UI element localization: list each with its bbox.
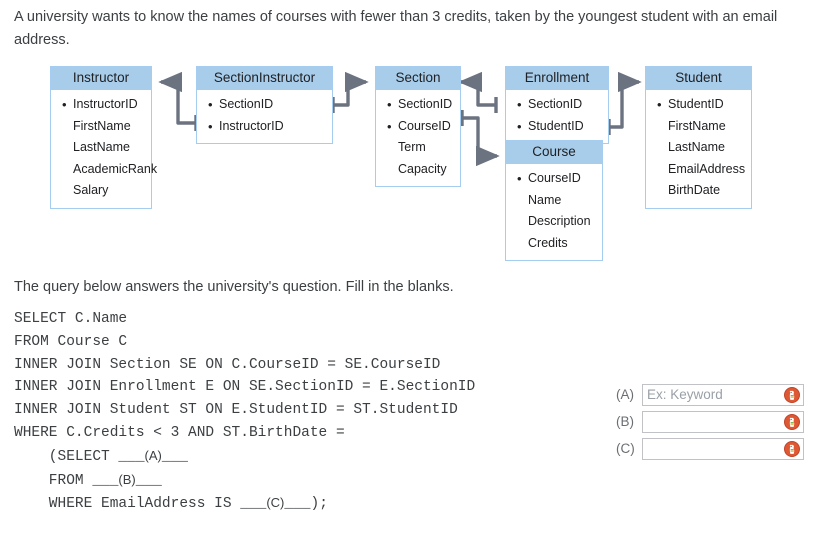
er-field: StudentID <box>506 116 608 138</box>
er-table-instructor: Instructor InstructorID FirstName LastNa… <box>50 66 158 209</box>
sql-line: WHERE EmailAddress IS ___(C)___); <box>14 495 328 513</box>
er-field: LastName <box>668 140 725 154</box>
er-field: SectionID <box>376 94 460 116</box>
sql-line: INNER JOIN Student ST ON E.StudentID = S… <box>14 402 458 419</box>
answer-row-b: (B) <box>616 408 816 435</box>
er-field: FirstName <box>668 118 726 133</box>
er-field: Credits <box>528 235 568 250</box>
er-field: EmailAddress <box>668 161 746 176</box>
er-table-sectioninstructor: SectionInstructor SectionID InstructorID <box>196 66 333 144</box>
duckduckgo-icon[interactable] <box>784 440 800 457</box>
er-field: Term <box>398 140 426 154</box>
er-table-enrollment: Enrollment SectionID StudentID <box>505 66 609 144</box>
er-field-list: InstructorID FirstName LastName Academic… <box>51 90 158 208</box>
er-table-title: SectionInstructor <box>197 67 332 90</box>
er-table-title: Instructor <box>51 67 151 90</box>
connector-enrollment-section <box>458 71 498 113</box>
er-table-title: Section <box>376 67 460 90</box>
er-field: SectionID <box>506 94 608 116</box>
sql-query-block: SELECT C.Name FROM Course C INNER JOIN Sec… <box>14 308 475 516</box>
answer-input-b[interactable] <box>642 410 804 433</box>
answer-label-c: (C) <box>616 441 635 456</box>
er-table-title: Enrollment <box>506 67 608 90</box>
query-instruction: The query below answers the university's… <box>14 279 454 295</box>
er-field-list: CourseID Name Description Credits <box>506 164 602 260</box>
er-field: FirstName <box>73 118 131 133</box>
er-table-section: Section SectionID CourseID Term Capacity <box>375 66 461 187</box>
sql-line: INNER JOIN Enrollment E ON SE.SectionID … <box>14 379 476 396</box>
er-field: LastName <box>73 140 130 154</box>
er-diagram: Instructor InstructorID FirstName LastNa… <box>0 60 829 275</box>
answer-row-a: (A) <box>616 381 816 408</box>
er-field-list: SectionID StudentID <box>506 90 608 143</box>
answer-input-a[interactable] <box>642 383 804 406</box>
sql-line: (SELECT ___(A)___ <box>14 447 188 465</box>
answer-row-c: (C) <box>616 435 816 462</box>
sql-blank-marker: (A) <box>144 447 162 463</box>
connector-sectioninstructor-section <box>331 71 369 113</box>
sql-line: FROM Course C <box>14 333 128 350</box>
er-field: Capacity <box>398 161 447 176</box>
er-field: BirthDate <box>668 183 721 197</box>
er-field: StudentID <box>646 94 751 116</box>
duckduckgo-icon[interactable] <box>784 413 800 430</box>
er-field: CourseID <box>506 168 602 190</box>
answer-field-wrap-c <box>642 437 804 460</box>
answer-label-a: (A) <box>616 387 634 402</box>
sql-line: FROM ___(B)___ <box>14 471 162 489</box>
er-field: CourseID <box>376 116 460 138</box>
er-field-list: SectionID CourseID Term Capacity <box>376 90 460 186</box>
er-field-list: SectionID InstructorID <box>197 90 332 143</box>
er-field: SectionID <box>197 94 332 116</box>
er-field: Salary <box>73 183 109 197</box>
er-field: AcademicRank <box>73 161 158 176</box>
connector-sectioninstructor-instructor <box>158 71 198 131</box>
er-field: InstructorID <box>51 94 151 116</box>
sql-blank-marker: (C) <box>266 495 285 511</box>
answer-input-c[interactable] <box>642 437 804 460</box>
answer-field-wrap-b <box>642 410 804 433</box>
question-prompt: A university wants to know the names of … <box>14 9 778 48</box>
er-table-course: Course CourseID Name Description Credits <box>505 140 603 261</box>
sql-line: INNER JOIN Section SE ON C.CourseID = SE… <box>14 356 441 373</box>
er-table-title: Student <box>646 67 751 90</box>
er-table-title: Course <box>506 141 602 164</box>
sql-blank-marker: (B) <box>118 471 136 487</box>
connector-enrollment-student <box>607 71 642 135</box>
answer-label-b: (B) <box>616 414 634 429</box>
duckduckgo-icon[interactable] <box>784 386 800 403</box>
answer-panel: (A) (B) <box>616 381 816 462</box>
er-table-student: Student StudentID FirstName LastName Ema… <box>645 66 752 209</box>
er-field-list: StudentID FirstName LastName EmailAddres… <box>646 90 751 208</box>
er-field: Name <box>528 192 562 207</box>
sql-line: SELECT C.Name <box>14 311 128 327</box>
answer-field-wrap-a <box>642 383 804 406</box>
sql-line: WHERE C.Credits < 3 AND ST.BirthDate = <box>14 424 345 441</box>
er-field: Description <box>528 214 591 228</box>
er-field: InstructorID <box>197 116 332 138</box>
connector-section-course <box>460 110 500 167</box>
